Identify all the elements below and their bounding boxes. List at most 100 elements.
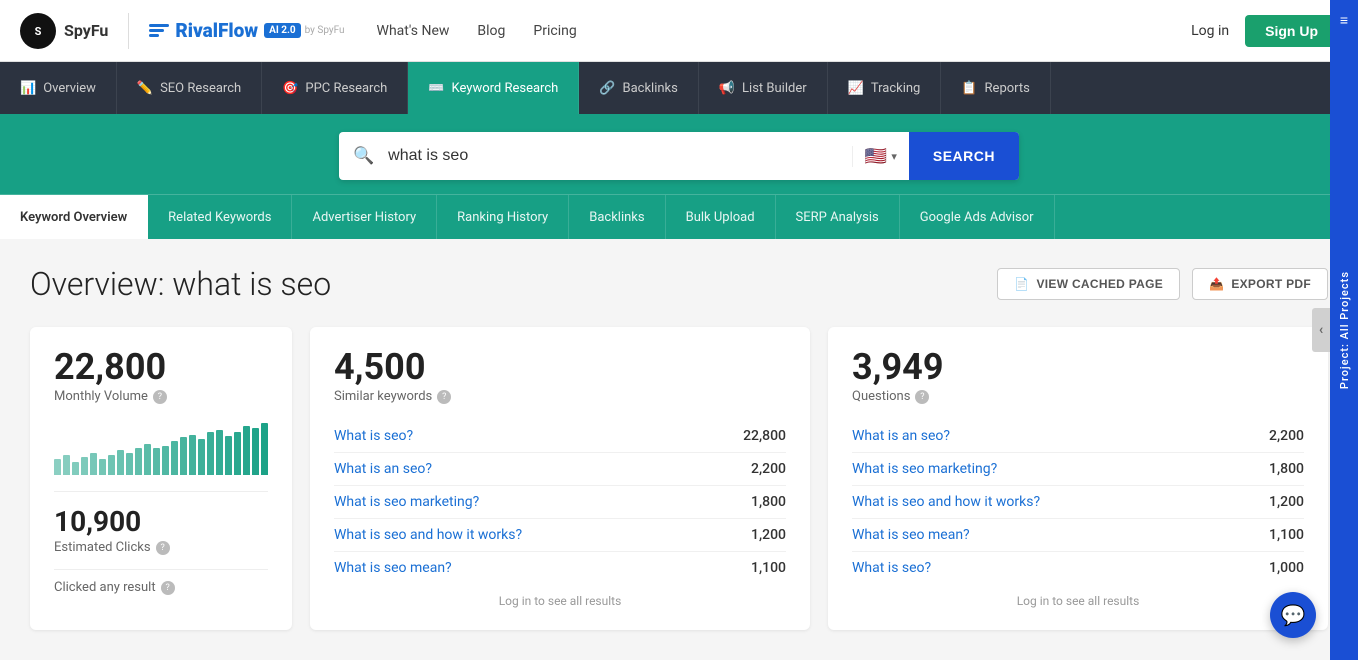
secnav-label-reports: Reports	[985, 81, 1030, 96]
login-link[interactable]: Log in	[1191, 23, 1229, 39]
secnav-item-reports[interactable]: 📋 Reports	[941, 62, 1051, 114]
similar-row-0: What is seo? 22,800	[334, 420, 786, 453]
similar-login-hint: Log in to see all results	[334, 594, 786, 608]
nav-link-whats-new[interactable]: What's New	[377, 23, 450, 39]
subtab-keyword-overview[interactable]: Keyword Overview	[0, 195, 148, 239]
mini-bar	[108, 455, 115, 475]
cached-icon: 📄	[1014, 277, 1029, 291]
similar-kw-3[interactable]: What is seo and how it works?	[334, 527, 522, 543]
subtab-bulk-upload[interactable]: Bulk Upload	[666, 195, 776, 239]
subtab-google-ads[interactable]: Google Ads Advisor	[900, 195, 1055, 239]
export-label: EXPORT PDF	[1231, 277, 1311, 291]
seo-icon: ✏️	[137, 81, 153, 96]
mini-bar	[207, 432, 214, 475]
similar-kw-2[interactable]: What is seo marketing?	[334, 494, 479, 510]
search-input[interactable]	[388, 147, 852, 165]
questions-card: 3,949 Questions ? What is an seo? 2,200 …	[828, 327, 1328, 630]
questions-kw-0[interactable]: What is an seo?	[852, 428, 950, 444]
card-divider	[54, 491, 268, 492]
mini-bar-chart	[54, 420, 268, 475]
rivalflow-bars-icon	[149, 24, 169, 37]
mini-bar	[153, 448, 160, 475]
questions-kw-4[interactable]: What is seo?	[852, 560, 931, 576]
similar-row-3: What is seo and how it works? 1,200	[334, 519, 786, 552]
mini-bar	[225, 436, 232, 475]
keyword-icon: ⌨️	[428, 81, 444, 96]
clicked-info-icon: ?	[161, 581, 175, 595]
similar-num: 4,500	[334, 349, 786, 385]
questions-login-hint: Log in to see all results	[852, 594, 1304, 608]
mini-bar	[162, 446, 169, 475]
chevron-left-icon: ‹	[1319, 322, 1323, 338]
estimated-clicks-num: 10,900	[54, 508, 268, 536]
questions-row-4: What is seo? 1,000	[852, 552, 1304, 584]
subtab-ranking-history[interactable]: Ranking History	[437, 195, 569, 239]
secnav-item-backlinks[interactable]: 🔗 Backlinks	[579, 62, 699, 114]
right-panel-toggle[interactable]: ≡ Project: All Projects	[1330, 0, 1358, 660]
top-nav-links: What's New Blog Pricing	[377, 23, 577, 39]
questions-row-3: What is seo mean? 1,100	[852, 519, 1304, 552]
mini-bar	[171, 441, 178, 475]
questions-kw-1[interactable]: What is seo marketing?	[852, 461, 997, 477]
similar-kw-0[interactable]: What is seo?	[334, 428, 413, 444]
nav-link-pricing[interactable]: Pricing	[533, 23, 576, 39]
chat-button[interactable]: 💬	[1270, 592, 1316, 638]
similar-info-icon: ?	[437, 390, 451, 404]
secnav-item-seo[interactable]: ✏️ SEO Research	[117, 62, 262, 114]
nav-link-blog[interactable]: Blog	[477, 23, 505, 39]
subtab-related-keywords[interactable]: Related Keywords	[148, 195, 292, 239]
similar-row-4: What is seo mean? 1,100	[334, 552, 786, 584]
estimated-clicks-label: Estimated Clicks ?	[54, 540, 268, 555]
secnav-item-overview[interactable]: 📊 Overview	[0, 62, 117, 114]
rivalflow-name: RivalFlow	[175, 19, 258, 42]
right-panel-label: Project: All Projects	[1338, 271, 1351, 389]
page-title-row: Overview: what is seo 📄 VIEW CACHED PAGE…	[30, 265, 1328, 303]
questions-kw-2[interactable]: What is seo and how it works?	[852, 494, 1040, 510]
subtab-serp-analysis[interactable]: SERP Analysis	[776, 195, 900, 239]
volume-info-icon: ?	[153, 390, 167, 404]
collapse-panel-button[interactable]: ‹	[1312, 308, 1330, 352]
secnav-label-ppc: PPC Research	[305, 81, 387, 96]
view-cached-button[interactable]: 📄 VIEW CACHED PAGE	[997, 268, 1180, 300]
mini-bar	[180, 437, 187, 475]
export-icon: 📤	[1209, 277, 1224, 291]
monthly-volume-num: 22,800	[54, 349, 268, 385]
similar-count-3: 1,200	[751, 527, 786, 543]
secnav-label-overview: Overview	[43, 81, 96, 96]
secnav-item-listbuilder[interactable]: 📢 List Builder	[699, 62, 828, 114]
secnav-item-keyword[interactable]: ⌨️ Keyword Research	[408, 62, 579, 114]
mini-bar	[72, 462, 79, 475]
secnav-item-ppc[interactable]: 🎯 PPC Research	[262, 62, 408, 114]
similar-kw-1[interactable]: What is an seo?	[334, 461, 432, 477]
subtab-advertiser-history[interactable]: Advertiser History	[292, 195, 437, 239]
tracking-icon: 📈	[848, 81, 864, 96]
card-divider-2	[54, 569, 268, 570]
subtab-backlinks[interactable]: Backlinks	[569, 195, 665, 239]
secnav-label-seo: SEO Research	[160, 81, 241, 96]
mini-bar	[90, 453, 97, 475]
secnav-label-keyword: Keyword Research	[451, 81, 558, 96]
similar-count-0: 22,800	[743, 428, 786, 444]
rivalflow-ai-badge: AI 2.0	[264, 23, 301, 38]
search-icon-wrap: 🔍	[339, 146, 388, 166]
mini-bar	[99, 459, 106, 475]
main-content: Overview: what is seo 📄 VIEW CACHED PAGE…	[0, 239, 1358, 656]
clicked-any-label: Clicked any result ?	[54, 580, 268, 595]
spyfu-logo[interactable]: S SpyFu	[20, 13, 108, 49]
signup-button[interactable]: Sign Up	[1245, 15, 1338, 47]
export-pdf-button[interactable]: 📤 EXPORT PDF	[1192, 268, 1328, 300]
chat-icon: 💬	[1281, 603, 1306, 627]
monthly-volume-label: Monthly Volume ?	[54, 389, 268, 404]
search-box: 🔍 🇺🇸 ▾ SEARCH	[339, 132, 1019, 180]
search-button[interactable]: SEARCH	[909, 132, 1019, 180]
rivalflow-byspyfu: by SpyFu	[305, 25, 345, 36]
secondary-nav: 📊 Overview ✏️ SEO Research 🎯 PPC Researc…	[0, 62, 1358, 114]
questions-kw-3[interactable]: What is seo mean?	[852, 527, 970, 543]
questions-count-2: 1,200	[1269, 494, 1304, 510]
questions-info-icon: ?	[915, 390, 929, 404]
secnav-item-tracking[interactable]: 📈 Tracking	[828, 62, 942, 114]
rivalflow-logo[interactable]: RivalFlow AI 2.0 by SpyFu	[149, 19, 344, 42]
flag-selector[interactable]: 🇺🇸 ▾	[852, 146, 909, 167]
mini-bar	[54, 459, 61, 475]
similar-kw-4[interactable]: What is seo mean?	[334, 560, 452, 576]
